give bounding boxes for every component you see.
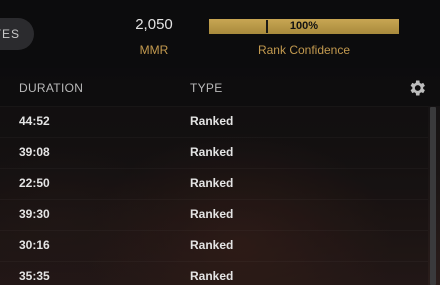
- table-scrollbar[interactable]: [430, 107, 436, 285]
- table-row[interactable]: 35:35 Ranked: [0, 261, 428, 285]
- type-cell: Ranked: [190, 145, 234, 159]
- column-header-duration[interactable]: DURATION: [19, 81, 83, 95]
- duration-cell: 44:52: [19, 114, 50, 128]
- filter-pill-button[interactable]: TES: [0, 18, 34, 50]
- match-table: DURATION TYPE 44:52 Ranked 39:08 Ranked …: [0, 68, 440, 285]
- duration-cell: 35:35: [19, 269, 50, 283]
- duration-cell: 22:50: [19, 176, 50, 190]
- rank-confidence-bar: 100%: [209, 19, 399, 34]
- rank-confidence-percent: 100%: [289, 20, 319, 32]
- type-cell: Ranked: [190, 238, 234, 252]
- duration-cell: 39:30: [19, 207, 50, 221]
- type-cell: Ranked: [190, 114, 234, 128]
- type-cell: Ranked: [190, 269, 234, 283]
- rank-confidence-label: Rank Confidence: [257, 43, 351, 57]
- stats-header: TES 2,050 MMR 100% Rank Confidence: [0, 0, 440, 68]
- table-row[interactable]: 39:08 Ranked: [0, 137, 428, 168]
- mmr-value: 2,050: [135, 16, 173, 33]
- column-header-type[interactable]: TYPE: [190, 81, 223, 95]
- mmr-label: MMR: [139, 43, 169, 57]
- type-cell: Ranked: [190, 176, 234, 190]
- type-cell: Ranked: [190, 207, 234, 221]
- duration-cell: 30:16: [19, 238, 50, 252]
- match-history-panel: TES 2,050 MMR 100% Rank Confidence DURAT…: [0, 0, 440, 285]
- table-row[interactable]: 39:30 Ranked: [0, 199, 428, 230]
- table-header: DURATION TYPE: [0, 68, 440, 106]
- duration-cell: 39:08: [19, 145, 50, 159]
- table-row[interactable]: 44:52 Ranked: [0, 106, 428, 137]
- filter-pill-label: TES: [0, 27, 20, 41]
- gear-icon[interactable]: [407, 78, 427, 98]
- table-row[interactable]: 22:50 Ranked: [0, 168, 428, 199]
- table-row[interactable]: 30:16 Ranked: [0, 230, 428, 261]
